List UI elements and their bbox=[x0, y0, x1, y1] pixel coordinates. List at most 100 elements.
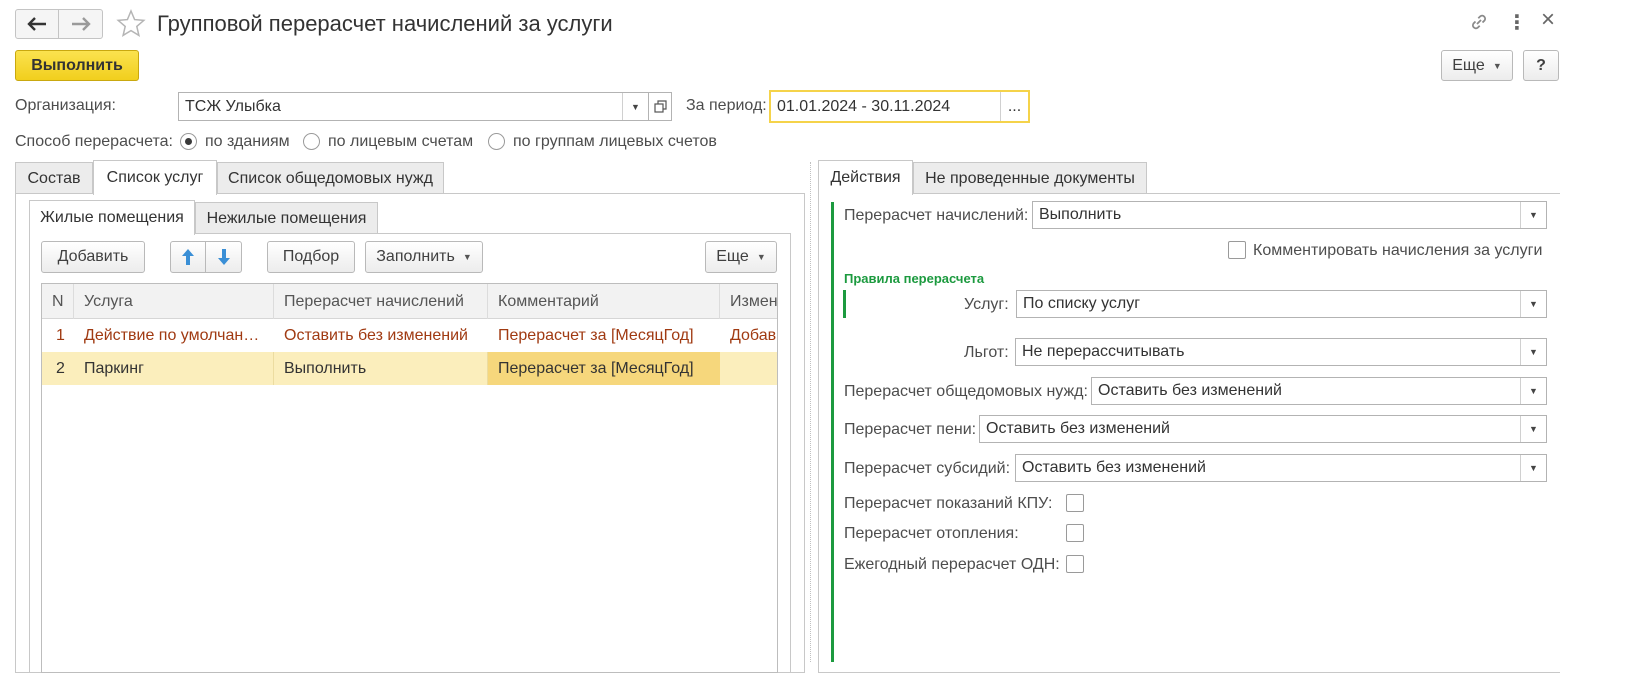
chevron-down-icon[interactable]: ▼ bbox=[1520, 339, 1546, 365]
method-radio-buildings[interactable] bbox=[180, 133, 197, 150]
table-row[interactable]: 2 Паркинг Выполнить Перерасчет за [Месяц… bbox=[42, 352, 777, 385]
rules-group-bar bbox=[843, 290, 846, 318]
star-icon[interactable] bbox=[116, 9, 146, 38]
close-icon[interactable]: × bbox=[1541, 6, 1555, 34]
column-header-change[interactable]: Измен bbox=[720, 284, 777, 319]
tab-actions[interactable]: Действия bbox=[818, 160, 913, 195]
cell-n: 1 bbox=[56, 326, 65, 344]
cell-change[interactable] bbox=[720, 352, 777, 385]
tab-nonresidential[interactable]: Нежилые помещения bbox=[195, 202, 378, 234]
subsidy-label: Перерасчет субсидий: bbox=[844, 460, 1011, 477]
cell-n: 2 bbox=[56, 359, 65, 377]
chevron-down-icon[interactable]: ▼ bbox=[1520, 291, 1546, 317]
panel-splitter[interactable] bbox=[810, 162, 811, 662]
heating-checkbox[interactable] bbox=[1066, 524, 1084, 542]
table-more-label: Еще bbox=[716, 248, 749, 265]
back-button[interactable] bbox=[16, 10, 60, 38]
period-select-button[interactable]: ... bbox=[1000, 92, 1028, 121]
chevron-down-icon: ▼ bbox=[1492, 60, 1502, 71]
cell-recalc[interactable]: Оставить без изменений bbox=[274, 319, 488, 352]
arrow-right-icon bbox=[71, 17, 91, 31]
chevron-down-icon[interactable]: ▼ bbox=[1520, 378, 1546, 404]
column-header-n[interactable]: N bbox=[42, 284, 74, 319]
chevron-down-icon: ▼ bbox=[756, 252, 766, 262]
cell-comment[interactable]: Перерасчет за [МесяцГод] bbox=[488, 319, 720, 352]
move-down-button[interactable] bbox=[205, 241, 242, 273]
arrow-down-icon bbox=[217, 249, 230, 265]
chevron-down-icon: ▼ bbox=[462, 252, 472, 262]
period-field[interactable]: 01.01.2024 - 30.11.2024 ... bbox=[769, 90, 1030, 123]
method-option-buildings[interactable]: по зданиям bbox=[205, 133, 290, 151]
move-up-button[interactable] bbox=[170, 241, 206, 273]
recalc-label: Перерасчет начислений: bbox=[844, 207, 1029, 224]
more-button-label: Еще bbox=[1452, 56, 1485, 74]
chevron-down-icon[interactable]: ▼ bbox=[1520, 455, 1546, 481]
nav-group bbox=[15, 9, 103, 39]
method-radio-groups[interactable] bbox=[488, 133, 505, 150]
table-more-button[interactable]: Еще ▼ bbox=[705, 241, 777, 273]
more-button[interactable]: Еще ▼ bbox=[1441, 50, 1513, 81]
rules-header: Правила перерасчета bbox=[844, 271, 985, 286]
cell-comment[interactable]: Перерасчет за [МесяцГод] bbox=[488, 352, 720, 385]
org-field[interactable]: ТСЖ Улыбка ▼ bbox=[178, 92, 649, 121]
comment-check-label[interactable]: Комментировать начисления за услуги bbox=[1253, 242, 1542, 260]
kpu-checkbox[interactable] bbox=[1066, 494, 1084, 512]
odn-checkbox[interactable] bbox=[1066, 555, 1084, 573]
services-select[interactable]: По списку услуг ▼ bbox=[1016, 290, 1547, 318]
more-menu-icon[interactable]: ⋮ bbox=[1507, 10, 1527, 35]
pick-button[interactable]: Подбор bbox=[267, 241, 355, 273]
window-title: Групповой перерасчет начислений за услуг… bbox=[157, 11, 613, 36]
link-icon[interactable] bbox=[1469, 12, 1489, 32]
subsidy-value: Оставить без изменений bbox=[1022, 459, 1206, 476]
chevron-down-icon[interactable]: ▼ bbox=[1520, 202, 1546, 228]
common-needs-select[interactable]: Оставить без изменений ▼ bbox=[1091, 377, 1547, 405]
odn-label: Ежегодный перерасчет ОДН: bbox=[844, 556, 1060, 573]
chevron-down-icon[interactable]: ▼ bbox=[622, 93, 648, 120]
cell-change[interactable]: Добав bbox=[720, 319, 777, 352]
tab-unposted-docs[interactable]: Не проведенные документы bbox=[913, 162, 1147, 194]
tab-composition[interactable]: Состав bbox=[15, 162, 93, 194]
cell-service[interactable]: Действие по умолчан… bbox=[74, 319, 274, 352]
services-value: По списку услуг bbox=[1023, 295, 1141, 312]
penalty-value: Оставить без изменений bbox=[986, 420, 1170, 437]
chevron-down-icon[interactable]: ▼ bbox=[1520, 416, 1546, 442]
benefits-select[interactable]: Не перерассчитывать ▼ bbox=[1015, 338, 1547, 366]
penalty-label: Перерасчет пени: bbox=[844, 421, 977, 438]
column-header-service[interactable]: Услуга bbox=[74, 284, 274, 319]
cell-recalc[interactable]: Выполнить bbox=[274, 352, 488, 385]
actions-group-bar bbox=[831, 202, 834, 662]
column-header-comment[interactable]: Комментарий bbox=[488, 284, 720, 319]
column-header-recalc[interactable]: Перерасчет начислений bbox=[274, 284, 488, 319]
arrow-up-icon bbox=[182, 249, 194, 265]
penalty-select[interactable]: Оставить без изменений ▼ bbox=[979, 415, 1547, 443]
benefits-label: Льгот: bbox=[964, 344, 1009, 361]
arrow-left-icon bbox=[27, 17, 46, 31]
services-table: N Услуга Перерасчет начислений Комментар… bbox=[41, 283, 778, 673]
forward-button[interactable] bbox=[59, 10, 102, 38]
table-header: N Услуга Перерасчет начислений Комментар… bbox=[42, 284, 777, 319]
method-option-accounts[interactable]: по лицевым счетам bbox=[328, 133, 473, 151]
add-button[interactable]: Добавить bbox=[41, 241, 145, 273]
tab-residential[interactable]: Жилые помещения bbox=[29, 200, 195, 235]
benefits-value: Не перерассчитывать bbox=[1022, 343, 1185, 360]
kpu-label: Перерасчет показаний КПУ: bbox=[844, 495, 1053, 512]
table-row[interactable]: 1 Действие по умолчан… Оставить без изме… bbox=[42, 319, 777, 352]
fill-button[interactable]: Заполнить ▼ bbox=[365, 241, 483, 273]
method-radio-accounts[interactable] bbox=[303, 133, 320, 150]
common-needs-label: Перерасчет общедомовых нужд: bbox=[844, 383, 1088, 400]
subsidy-select[interactable]: Оставить без изменений ▼ bbox=[1015, 454, 1547, 482]
method-option-groups[interactable]: по группам лицевых счетов bbox=[513, 133, 717, 151]
tab-common-needs[interactable]: Список общедомовых нужд bbox=[217, 162, 444, 194]
recalc-select[interactable]: Выполнить ▼ bbox=[1032, 201, 1547, 229]
execute-button[interactable]: Выполнить bbox=[15, 50, 139, 81]
open-window-icon bbox=[653, 100, 667, 113]
services-label: Услуг: bbox=[964, 296, 1009, 313]
tab-services-list[interactable]: Список услуг bbox=[93, 160, 217, 195]
comment-checkbox[interactable] bbox=[1228, 241, 1246, 259]
org-value: ТСЖ Улыбка bbox=[185, 97, 281, 115]
cell-service[interactable]: Паркинг bbox=[74, 352, 274, 385]
help-button[interactable]: ? bbox=[1523, 50, 1559, 81]
org-label: Организация: bbox=[15, 97, 116, 114]
period-value: 01.01.2024 - 30.11.2024 bbox=[777, 97, 951, 115]
org-open-button[interactable] bbox=[648, 92, 672, 121]
